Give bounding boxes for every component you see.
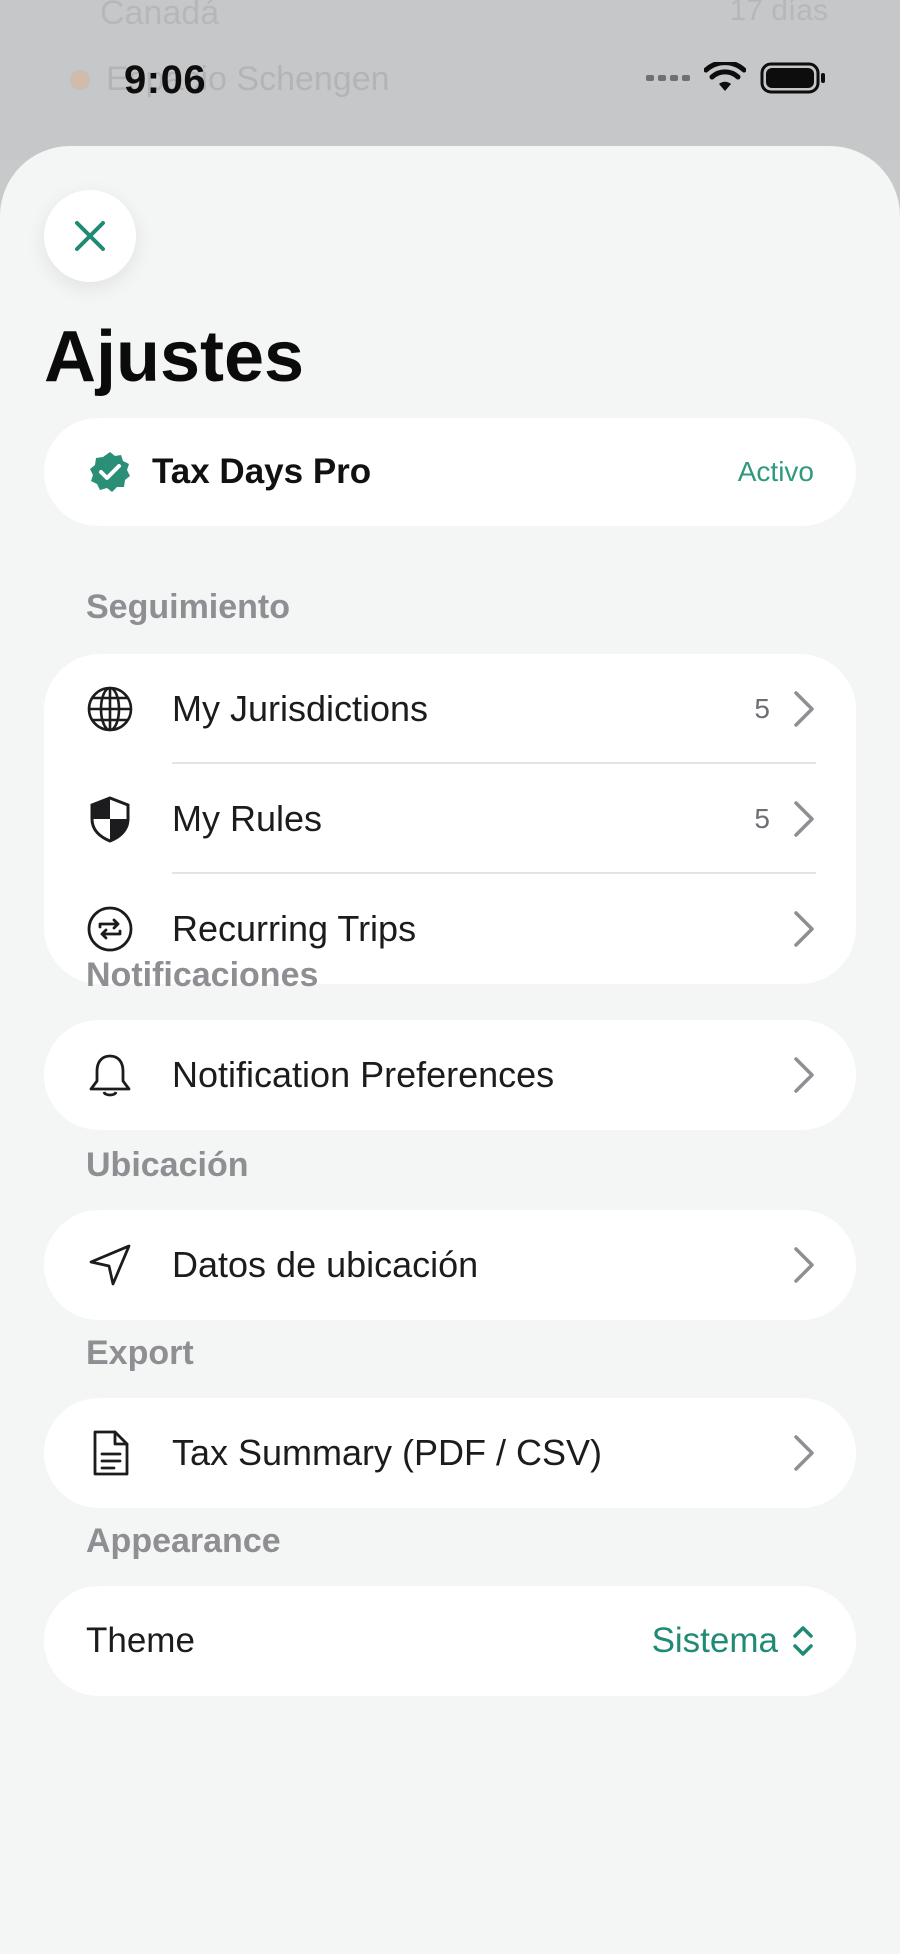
row-label: Recurring Trips xyxy=(172,908,417,949)
close-icon xyxy=(75,221,105,251)
globe-icon xyxy=(84,683,136,735)
row-notification-preferences[interactable]: Notification Preferences xyxy=(44,1020,856,1130)
wifi-icon xyxy=(704,62,746,91)
tracking-card: My Jurisdictions 5 My Rules 5 Recurring … xyxy=(44,654,856,984)
appearance-card: Theme Sistema xyxy=(44,1586,856,1696)
repeat-icon xyxy=(84,903,136,955)
row-label: Notification Preferences xyxy=(172,1054,555,1095)
battery-icon xyxy=(760,62,825,94)
chevron-right-icon xyxy=(794,1247,814,1283)
row-theme[interactable]: Theme Sistema xyxy=(44,1586,856,1696)
row-count: 5 xyxy=(754,693,770,724)
section-title-export: Export xyxy=(86,1334,194,1372)
row-label: Tax Summary (PDF / CSV) xyxy=(172,1432,603,1473)
verified-badge-icon xyxy=(84,446,136,498)
location-arrow-icon xyxy=(84,1239,136,1291)
row-my-rules[interactable]: My Rules 5 xyxy=(44,764,856,874)
row-tax-summary[interactable]: Tax Summary (PDF / CSV) xyxy=(44,1398,856,1508)
bell-icon xyxy=(84,1049,136,1101)
section-title-location: Ubicación xyxy=(86,1146,249,1184)
export-card: Tax Summary (PDF / CSV) xyxy=(44,1398,856,1508)
row-count: 5 xyxy=(754,803,770,834)
row-my-jurisdictions[interactable]: My Jurisdictions 5 xyxy=(44,654,856,764)
chevron-right-icon xyxy=(794,691,814,727)
settings-sheet: Ajustes Tax Days Pro Activo Seguimiento xyxy=(0,146,900,1954)
section-title-appearance: Appearance xyxy=(86,1522,281,1560)
chevron-right-icon xyxy=(794,1435,814,1471)
document-icon xyxy=(84,1427,136,1479)
location-card: Datos de ubicación xyxy=(44,1210,856,1320)
shield-icon xyxy=(84,793,136,845)
pro-status-badge: Activo xyxy=(737,456,814,487)
chevron-right-icon xyxy=(794,911,814,947)
row-label: My Rules xyxy=(172,798,323,839)
row-location-data[interactable]: Datos de ubicación xyxy=(44,1210,856,1320)
pro-status-card[interactable]: Tax Days Pro Activo xyxy=(44,418,856,526)
chevron-right-icon xyxy=(794,801,814,837)
chevron-right-icon xyxy=(794,1057,814,1093)
close-button[interactable] xyxy=(44,190,136,282)
section-title-tracking: Seguimiento xyxy=(86,588,291,626)
row-label: Datos de ubicación xyxy=(172,1244,479,1285)
status-time: 9:06 xyxy=(124,58,207,102)
theme-picker[interactable]: Sistema xyxy=(652,1621,778,1661)
page-title: Ajustes xyxy=(44,317,305,397)
status-bar: 9:06 xyxy=(0,0,900,160)
pro-label: Tax Days Pro xyxy=(152,452,372,491)
theme-label: Theme xyxy=(86,1621,195,1660)
row-label: My Jurisdictions xyxy=(172,688,429,729)
status-icons xyxy=(646,62,826,94)
chevron-up-down-icon xyxy=(793,1626,813,1656)
section-title-notifications: Notificaciones xyxy=(86,956,319,994)
notifications-card: Notification Preferences xyxy=(44,1020,856,1130)
cellular-signal-icon xyxy=(646,75,690,81)
